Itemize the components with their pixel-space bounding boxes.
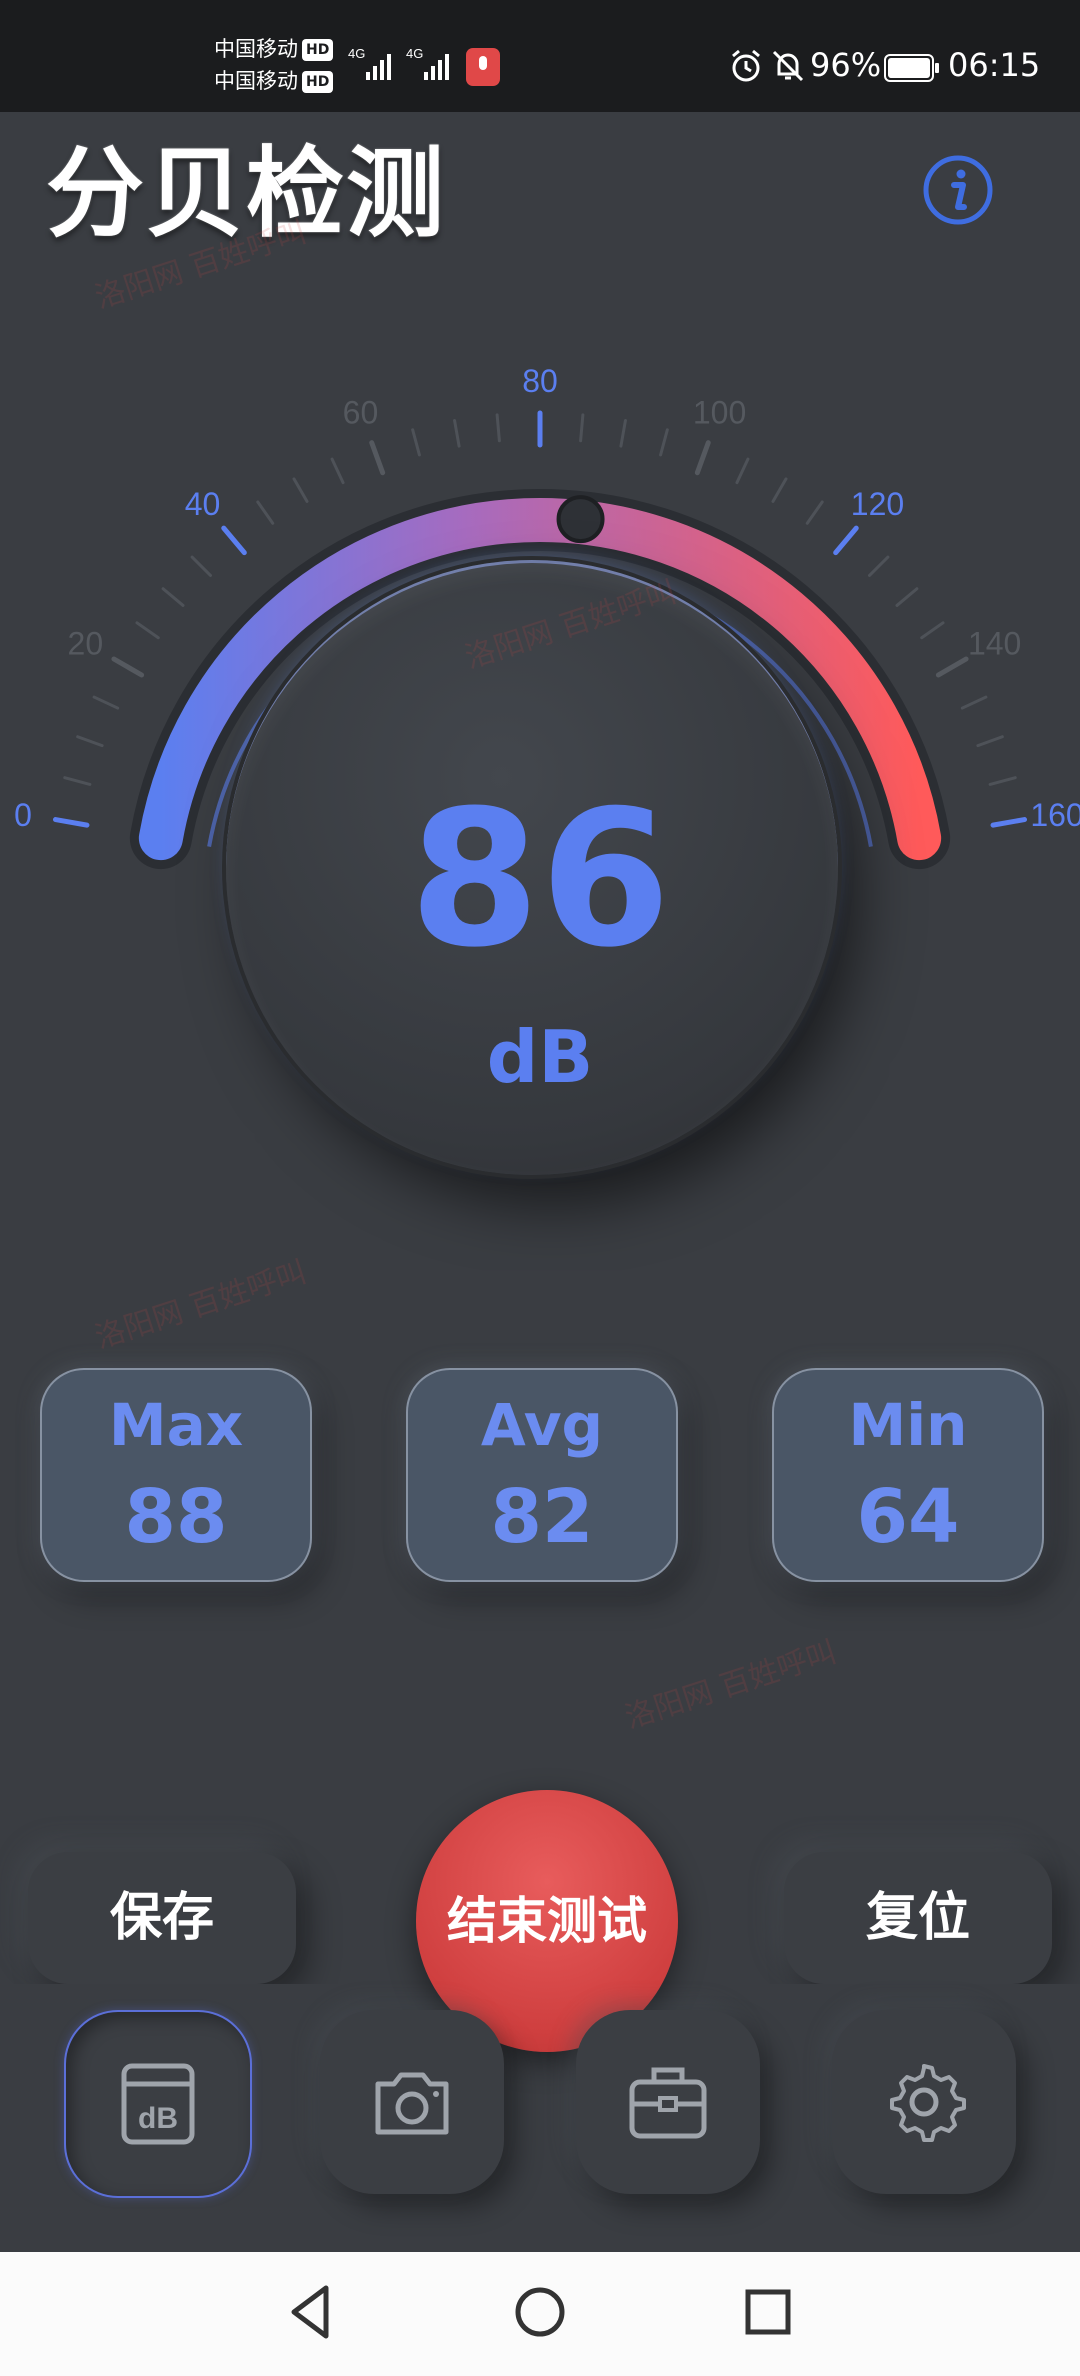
decibel-unit: dB (486, 1015, 594, 1099)
stat-max-label: Max (108, 1391, 244, 1459)
reset-button[interactable]: 复位 (784, 1852, 1052, 1984)
gauge-tick (330, 457, 345, 485)
gauge-needle-knob (556, 495, 605, 544)
gauge-tick-label: 40 (185, 486, 221, 522)
gauge-tick (292, 477, 309, 503)
system-nav-bar (0, 2252, 1080, 2376)
stat-avg-label: Avg (480, 1391, 604, 1459)
gauge-tick (111, 656, 145, 678)
signal-icon-2: 4G (406, 46, 449, 80)
microphone-in-use-icon (466, 48, 500, 86)
watermark-text: 洛阳网 百姓呼叫 (621, 1634, 841, 1736)
gauge-tick (659, 428, 669, 457)
gauge-tick (976, 735, 1004, 748)
gauge-tick (920, 621, 945, 640)
tab-decibel-meter[interactable]: dB (64, 2010, 252, 2198)
gauge-tick (495, 413, 501, 443)
carrier-1: 中国移动 HD (214, 38, 334, 61)
settings-gear-icon (890, 2064, 966, 2142)
tab-settings[interactable] (832, 2010, 1016, 2194)
stat-max-value: 88 (124, 1474, 228, 1560)
stat-min-card: Min 64 (772, 1368, 1044, 1582)
gauge-tick (935, 656, 969, 678)
tab-camera[interactable] (320, 2010, 504, 2194)
gauge-tick (161, 587, 185, 607)
gauge-tick (256, 500, 275, 525)
gauge-tick-label: 80 (522, 363, 558, 399)
carrier-2: 中国移动 HD (214, 70, 334, 93)
watermark-text: 洛阳网 百姓呼叫 (91, 1254, 311, 1356)
nav-home-icon[interactable] (510, 2280, 570, 2344)
save-button[interactable]: 保存 (28, 1852, 296, 1984)
camera-icon (375, 2072, 449, 2135)
stat-avg-card: Avg 82 (406, 1368, 678, 1582)
network-label-2: 4G (406, 46, 423, 61)
clock-time: 06:15 (948, 46, 1041, 84)
gauge-tick (960, 695, 988, 710)
gauge-tick (895, 587, 919, 607)
nav-recents-icon[interactable] (738, 2280, 798, 2344)
gauge-tick (735, 457, 750, 485)
alarm-icon (732, 49, 760, 82)
gauge-tick (453, 418, 461, 448)
gauge-tick (369, 440, 386, 476)
gauge-tick-label: 100 (693, 395, 746, 431)
gauge-tick (694, 440, 711, 476)
gauge-tick (868, 555, 890, 577)
stat-min-value: 64 (856, 1474, 960, 1560)
svg-text:dB: dB (138, 2102, 178, 2135)
status-bar: 中国移动 HD 中国移动 HD 4G 4G 96% 06:15 (0, 0, 1080, 112)
gauge-tick-label: 120 (851, 486, 904, 522)
gauge-tick-label: 140 (968, 626, 1021, 662)
network-label-1: 4G (348, 46, 365, 61)
gauge-tick (833, 525, 859, 556)
decibel-value: 86 (409, 770, 671, 989)
mute-bell-icon (772, 50, 804, 82)
gauge-tick (805, 500, 824, 525)
page-title: 分贝检测 (46, 137, 447, 251)
gauge-tick (92, 695, 120, 710)
gauge-tick (579, 413, 585, 443)
gauge-tick (190, 555, 212, 577)
gauge-tick-label: 60 (343, 395, 379, 431)
gauge-tick (771, 477, 788, 503)
stat-max-card: Max 88 (40, 1368, 312, 1582)
gauge-tick (221, 525, 247, 556)
gauge-tick (76, 735, 104, 748)
signal-icon-1: 4G (348, 46, 391, 80)
nav-back-icon[interactable] (282, 2280, 342, 2344)
info-icon (923, 155, 993, 225)
battery-icon (884, 54, 939, 82)
stat-avg-value: 82 (490, 1474, 594, 1560)
gauge-tick (411, 428, 421, 457)
tab-toolbox[interactable] (576, 2010, 760, 2194)
gauge-tick-label: 20 (68, 626, 104, 662)
gauge-tick (619, 418, 627, 448)
toolbox-icon (629, 2067, 707, 2139)
gauge-tick (135, 621, 160, 640)
info-button[interactable] (922, 154, 994, 226)
stat-min-label: Min (848, 1391, 968, 1459)
battery-percent: 96% (810, 46, 882, 84)
db-meter-icon: dB (121, 2063, 195, 2145)
